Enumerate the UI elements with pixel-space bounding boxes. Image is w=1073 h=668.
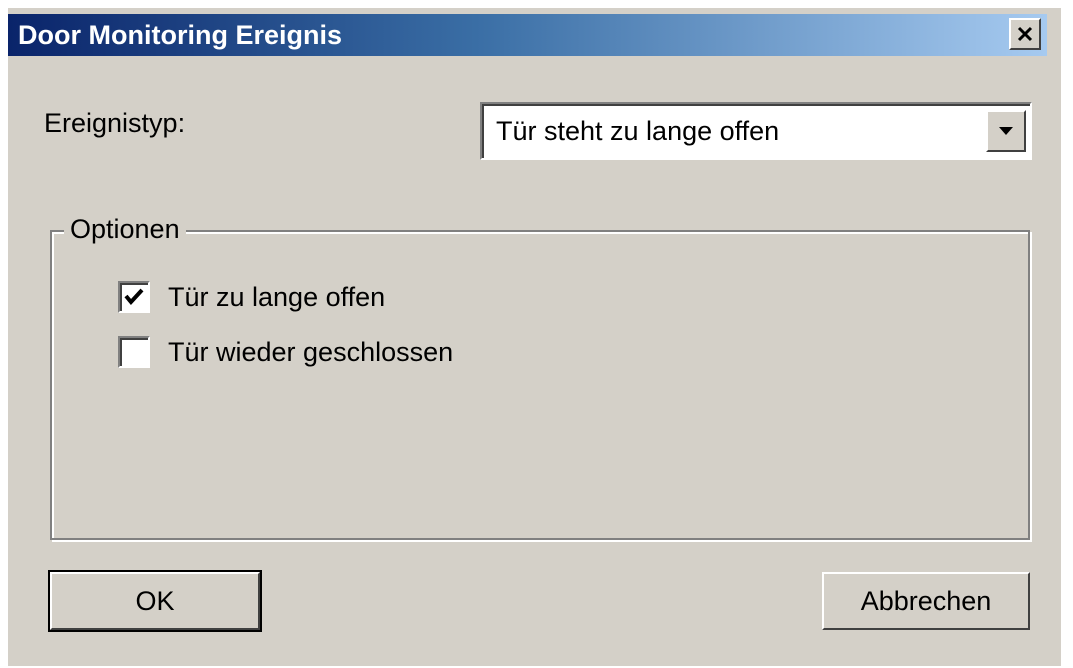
checkbox-door-closed-again[interactable] — [118, 336, 150, 368]
checkbox-door-open-too-long[interactable] — [118, 281, 150, 313]
window-title: Door Monitoring Ereignis — [18, 20, 342, 50]
checkmark-icon — [124, 288, 144, 306]
option-label: Tür wieder geschlossen — [168, 336, 454, 367]
option-door-closed-again[interactable]: Tür wieder geschlossen — [118, 332, 453, 372]
event-type-dropdown[interactable]: Tür steht zu lange offen — [480, 102, 1032, 160]
cancel-button[interactable]: Abbrechen — [822, 572, 1030, 630]
options-legend: Optionen — [64, 212, 186, 246]
title-bar[interactable]: Door Monitoring Ereignis — [8, 14, 1047, 56]
close-button[interactable] — [1009, 18, 1041, 50]
event-type-label: Ereignistyp: — [44, 108, 186, 138]
option-label: Tür zu lange offen — [168, 281, 386, 312]
close-icon — [1017, 26, 1033, 42]
dropdown-button[interactable] — [986, 110, 1026, 152]
ok-button[interactable]: OK — [48, 570, 262, 632]
chevron-down-icon — [999, 127, 1013, 135]
option-door-open-too-long[interactable]: Tür zu lange offen — [118, 277, 385, 317]
event-type-selected: Tür steht zu lange offen — [496, 116, 780, 146]
